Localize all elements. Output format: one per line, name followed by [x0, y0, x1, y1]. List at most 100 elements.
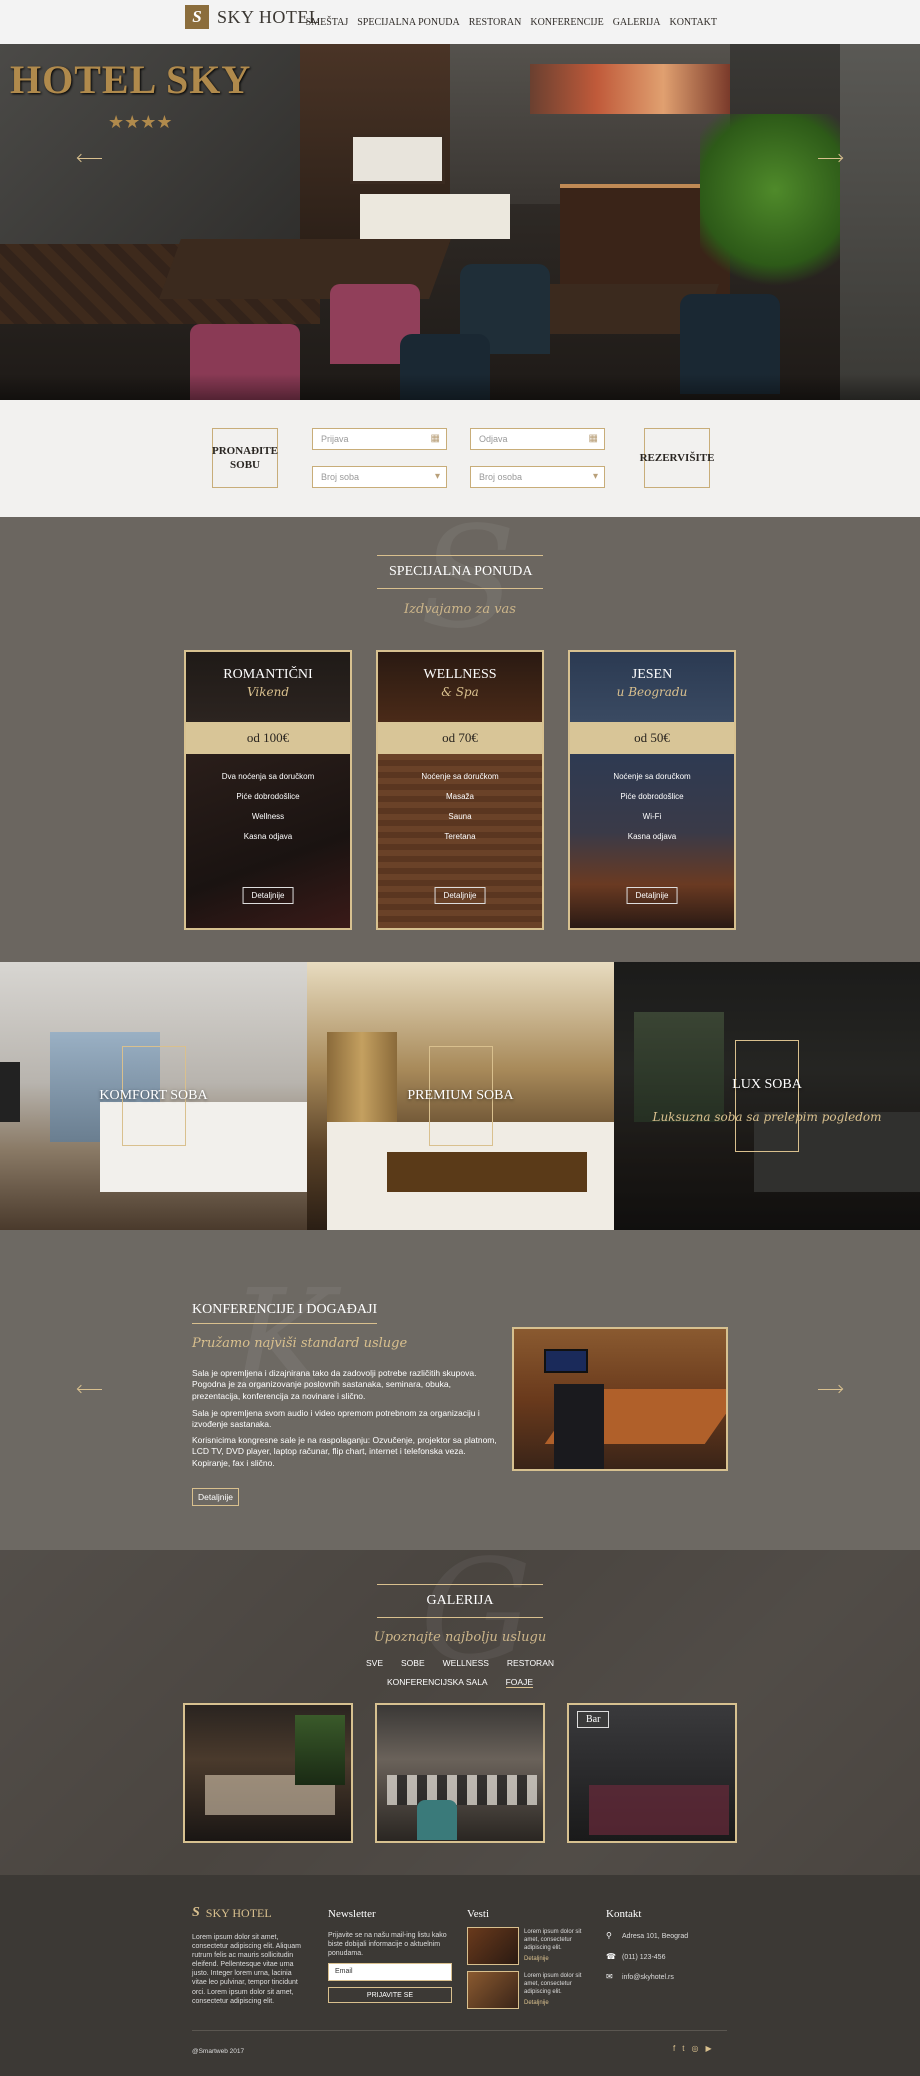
gallery-image-1[interactable]	[183, 1703, 353, 1843]
persons-select[interactable]: Broj osoba ▾	[470, 466, 605, 488]
contact-phone: (011) 123-456	[622, 1954, 666, 1961]
location-pin-icon: ⚲	[606, 1931, 612, 1940]
conference-paragraph-3: Korisnicima kongresne sale je na raspola…	[192, 1435, 497, 1468]
room-bed-runner	[387, 1152, 587, 1192]
gallery-title: GALERIJA	[377, 1584, 543, 1618]
twitter-icon[interactable]: t	[682, 2044, 684, 2053]
gallery-filters-row-1: SVE SOBE WELLNESS RESTORAN	[0, 1658, 920, 1668]
nav-item-kontakt[interactable]: KONTAKT	[669, 17, 717, 28]
hotel-sign-stars: ★★★★	[108, 112, 173, 133]
offer-item: Masaža	[445, 792, 474, 801]
conference-next-arrow-icon[interactable]	[818, 1389, 842, 1390]
gallery-image-2[interactable]	[375, 1703, 545, 1843]
contact-email[interactable]: info@skyhotel.rs	[622, 1973, 674, 1982]
rooms-select[interactable]: Broj soba ▾	[312, 466, 447, 488]
offer-title: JESEN	[631, 667, 673, 682]
newsletter-subscribe-button[interactable]: PRIJAVITE SE	[328, 1987, 452, 2003]
offer-card-header: WELLNESS & Spa	[378, 652, 542, 722]
conference-section: K KONFERENCIJE I DOGAĐAJI Pružamo najviš…	[0, 1230, 920, 1550]
gallery-seating	[589, 1785, 729, 1835]
nav-item-restoran[interactable]: RESTORAN	[469, 17, 522, 28]
departure-placeholder: Odjava	[479, 434, 508, 444]
hero-lit-niche	[350, 134, 445, 184]
special-title: SPECIJALNA PONUDA	[377, 555, 543, 589]
conference-prev-arrow-icon[interactable]	[78, 1389, 102, 1390]
find-room-button[interactable]: PRONAĐITE SOBU	[212, 428, 278, 488]
gallery-window	[295, 1715, 345, 1785]
hero-floor-shade	[0, 374, 920, 400]
gallery-filter-wellness[interactable]: WELLNESS	[443, 1658, 489, 1668]
news-thumbnail-2[interactable]	[467, 1971, 519, 2009]
gallery-filter-foaje[interactable]: FOAJE	[505, 1677, 534, 1688]
news-link-1[interactable]: Detaljnije	[524, 1956, 549, 1964]
gallery-filter-sve[interactable]: SVE	[366, 1658, 383, 1668]
news-text-2: Lorem ipsum dolor sit amet, consectetur …	[524, 1973, 582, 1995]
facebook-icon[interactable]: f	[673, 2044, 675, 2053]
conference-chairs	[554, 1384, 604, 1469]
news-link-2[interactable]: Detaljnije	[524, 2000, 549, 2008]
hero-prev-arrow-icon[interactable]	[78, 158, 102, 159]
nav-item-smestaj[interactable]: SMEŠTAJ	[306, 17, 349, 28]
gallery-filter-sobe[interactable]: SOBE	[401, 1658, 425, 1668]
conference-photo	[512, 1327, 728, 1471]
newsletter-email-input[interactable]: Email	[328, 1963, 452, 1981]
room-tile-lux[interactable]: LUX SOBA Luksuzna soba sa prelepim pogle…	[614, 962, 920, 1230]
gallery-subtitle: Upoznajte najbolju uslugu	[373, 1630, 547, 1645]
conference-title: KONFERENCIJE I DOGAĐAJI	[192, 1302, 378, 1324]
offer-item: Dva noćenja sa doručkom	[221, 772, 315, 781]
calendar-icon: ▦	[588, 433, 598, 444]
room-tile-premium[interactable]: PREMIUM SOBA	[307, 962, 614, 1230]
hero-next-arrow-icon[interactable]	[818, 158, 842, 159]
gallery-chair	[417, 1800, 457, 1840]
news-title: Vesti	[467, 1908, 489, 1920]
email-icon: ✉	[606, 1972, 613, 1981]
hero-bottle-shelf	[530, 64, 730, 114]
nav-item-galerija[interactable]: GALERIJA	[613, 17, 661, 28]
rooms-section: KOMFORT SOBA PREMIUM SOBA LUX SOBA Luksu…	[0, 962, 920, 1230]
offer-details-button[interactable]: Detaljnije	[626, 887, 678, 904]
offer-card-header: JESEN u Beogradu	[570, 652, 734, 722]
gallery-filter-restoran[interactable]: RESTORAN	[507, 1658, 554, 1668]
instagram-icon[interactable]: ◎	[691, 2044, 698, 2053]
contact-title: Kontakt	[606, 1908, 642, 1920]
gallery-image-3[interactable]: Bar	[567, 1703, 737, 1843]
offer-item: Teretana	[444, 832, 476, 841]
room-name: PREMIUM SOBA	[407, 1088, 514, 1103]
special-subtitle: Izdvajamo za vas	[404, 602, 516, 617]
arrival-placeholder: Prijava	[321, 434, 349, 444]
offer-price: od 70€	[378, 722, 542, 754]
departure-date-input[interactable]: Odjava ▦	[470, 428, 605, 450]
logo[interactable]: S SKY HOTEL	[185, 5, 320, 29]
hero-tablecloth	[360, 194, 510, 239]
offer-item: Wellness	[251, 812, 285, 821]
offer-subtitle: Vikend	[246, 685, 290, 699]
gallery-filter-konferencijska-sala[interactable]: KONFERENCIJSKA SALA	[387, 1677, 488, 1688]
offer-item: Noćenje sa doručkom	[421, 772, 499, 781]
news-text-1: Lorem ipsum dolor sit amet, consectetur …	[524, 1929, 582, 1951]
footer-logo[interactable]: S SKY HOTEL	[192, 1905, 272, 1921]
nav-item-konferencije[interactable]: KONFERENCIJE	[530, 17, 603, 28]
main-nav: SMEŠTAJ SPECIJALNA PONUDA RESTORAN KONFE…	[306, 17, 717, 28]
offer-details-button[interactable]: Detaljnije	[242, 887, 294, 904]
chevron-down-icon: ▾	[434, 471, 440, 482]
offer-title: WELLNESS	[423, 667, 497, 682]
gallery-filters-row-2: KONFERENCIJSKA SALA FOAJE	[0, 1677, 920, 1688]
offer-price: od 50€	[570, 722, 734, 754]
news-thumbnail-1[interactable]	[467, 1927, 519, 1965]
social-links: f t ◎ ▶	[673, 2044, 712, 2053]
nav-item-specijalna-ponuda[interactable]: SPECIJALNA PONUDA	[357, 17, 460, 28]
youtube-icon[interactable]: ▶	[705, 2044, 711, 2053]
conference-paragraph-2: Sala je opremljena svom audio i video op…	[192, 1408, 480, 1430]
conference-details-button[interactable]: Detaljnije	[192, 1488, 239, 1506]
hero-right-wall	[840, 44, 920, 400]
conference-subtitle: Pružamo najviši standard usluge	[192, 1336, 408, 1351]
calendar-icon: ▦	[430, 433, 440, 444]
reserve-button[interactable]: REZERVIŠITE	[640, 428, 714, 488]
footer-divider	[192, 2030, 727, 2031]
room-tile-komfort[interactable]: KOMFORT SOBA	[0, 962, 307, 1230]
conference-paragraph-1: Sala je opremljena i dizajnirana tako da…	[192, 1368, 477, 1401]
room-description: Luksuzna soba sa prelepim pogledom	[652, 1110, 882, 1124]
arrival-date-input[interactable]: Prijava ▦	[312, 428, 447, 450]
special-offer-section: S SPECIJALNA PONUDA Izdvajamo za vas ROM…	[0, 497, 920, 962]
offer-details-button[interactable]: Detaljnije	[434, 887, 486, 904]
